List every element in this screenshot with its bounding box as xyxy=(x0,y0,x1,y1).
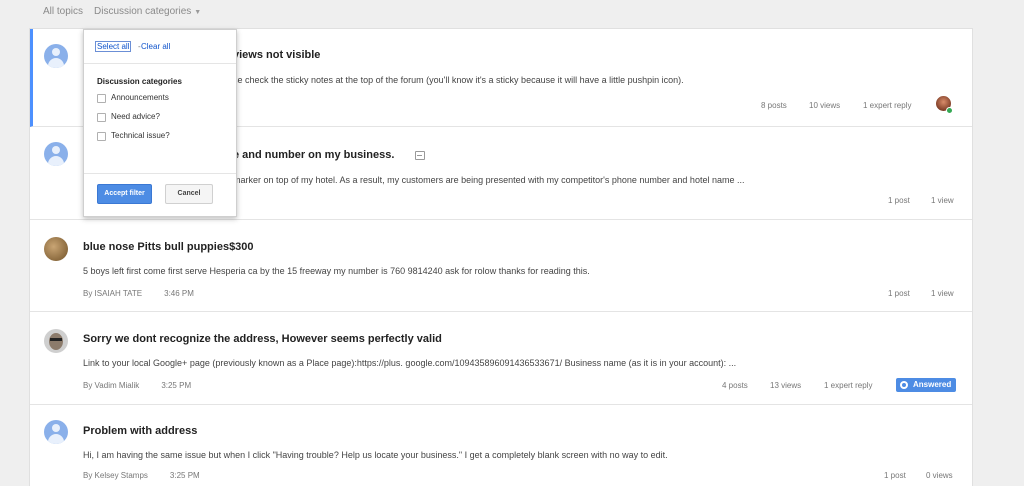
category-heading: Discussion categories xyxy=(97,77,182,86)
accept-filter-button[interactable]: Accept filter xyxy=(97,184,152,204)
topic-row[interactable]: Problem with address Hi, I am having the… xyxy=(30,405,972,486)
topic-snippet: Hi, I am having the same issue but when … xyxy=(83,450,668,460)
post-count: 1 post xyxy=(888,196,910,205)
byline: By Vadim Mialik 3:25 PM xyxy=(83,381,191,390)
chevron-down-icon: ▼ xyxy=(194,9,202,16)
topic-title[interactable]: Problem with address xyxy=(83,425,197,437)
move-icon[interactable] xyxy=(415,151,425,160)
view-count: 1 view xyxy=(931,196,954,205)
answered-badge: Answered xyxy=(896,378,956,392)
checkbox[interactable] xyxy=(97,132,106,141)
byline: By ISAIAH TATE 3:46 PM xyxy=(83,289,194,298)
post-count: 1 post xyxy=(888,289,910,298)
discussion-categories-dropdown[interactable]: Discussion categories ▼ xyxy=(94,6,201,17)
category-label[interactable]: Technical issue? xyxy=(111,131,170,140)
avatar xyxy=(44,142,68,166)
avatar xyxy=(44,420,68,444)
view-count: 0 views xyxy=(926,471,953,480)
topic-snippet: se check the sticky notes at the top of … xyxy=(233,75,684,85)
topic-row[interactable]: blue nose Pitts bull puppies$300 5 boys … xyxy=(30,220,972,312)
checkbox[interactable] xyxy=(97,94,106,103)
author-name[interactable]: By Kelsey Stamps xyxy=(83,471,148,480)
topic-snippet: 5 boys left first come first serve Hespe… xyxy=(83,266,590,276)
post-count: 8 posts xyxy=(761,101,787,110)
post-time: 3:25 PM xyxy=(161,381,192,390)
discussion-categories-label: Discussion categories xyxy=(94,6,192,17)
avatar xyxy=(44,329,68,353)
topic-title[interactable]: views not visible xyxy=(233,49,320,61)
post-count: 4 posts xyxy=(722,381,748,390)
clear-all-link[interactable]: Clear all xyxy=(141,42,170,51)
topic-title[interactable]: blue nose Pitts bull puppies$300 xyxy=(83,241,254,253)
post-count: 1 post xyxy=(884,471,906,480)
divider xyxy=(84,173,236,174)
category-label[interactable]: Announcements xyxy=(111,93,169,102)
avatar xyxy=(44,237,68,261)
answered-label: Answered xyxy=(913,380,952,389)
cancel-button[interactable]: Cancel xyxy=(165,184,213,204)
expert-reply-count: 1 expert reply xyxy=(863,101,912,110)
expert-badge-icon xyxy=(946,107,953,114)
post-time: 3:25 PM xyxy=(169,471,200,480)
topic-snippet: Link to your local Google+ page (previou… xyxy=(83,358,737,368)
expert-reply-count: 1 expert reply xyxy=(824,381,873,390)
author-name[interactable]: By ISAIAH TATE xyxy=(83,289,142,298)
post-time: 3:46 PM xyxy=(164,289,194,298)
category-label[interactable]: Need advice? xyxy=(111,112,160,121)
category-filter-dropdown: Select all - Clear all Discussion catego… xyxy=(83,29,237,217)
avatar xyxy=(44,44,68,68)
author-name[interactable]: By Vadim Mialik xyxy=(83,381,139,390)
breadcrumb: All topics Discussion categories ▼ xyxy=(0,0,1024,28)
view-count: 1 view xyxy=(931,289,954,298)
answered-icon xyxy=(900,381,908,389)
all-topics-link[interactable]: All topics xyxy=(43,6,83,17)
topic-title[interactable]: e and number on my business. xyxy=(233,149,394,161)
topic-snippet: marker on top of my hotel. As a result, … xyxy=(233,175,745,185)
byline: By Kelsey Stamps 3:25 PM xyxy=(83,471,200,480)
view-count: 13 views xyxy=(770,381,802,390)
view-count: 10 views xyxy=(809,101,841,110)
topic-title[interactable]: Sorry we dont recognize the address, How… xyxy=(83,333,442,345)
topic-row[interactable]: Sorry we dont recognize the address, How… xyxy=(30,312,972,405)
select-all-link[interactable]: Select all xyxy=(94,41,132,52)
divider xyxy=(84,63,236,64)
checkbox[interactable] xyxy=(97,113,106,122)
